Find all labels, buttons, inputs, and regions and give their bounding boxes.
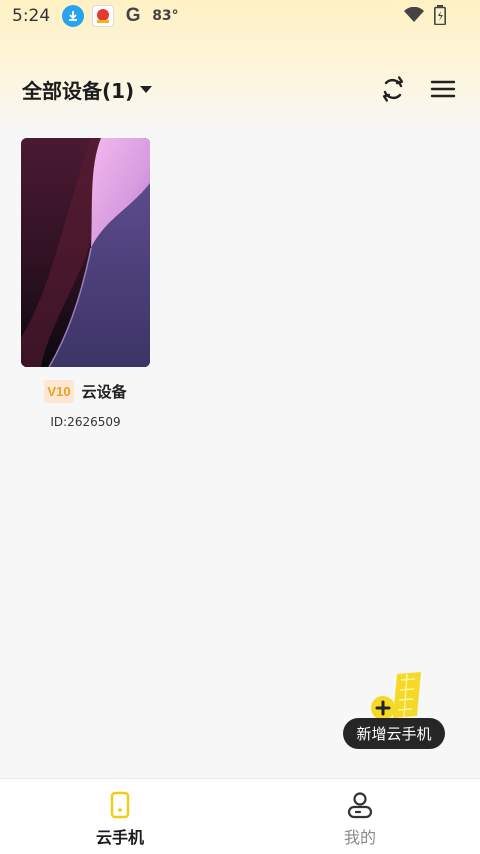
download-icon	[62, 5, 85, 27]
bottom-nav: 云手机 我的	[0, 778, 480, 854]
status-right	[404, 5, 446, 25]
nav-label-mine: 我的	[343, 828, 376, 847]
wifi-icon	[404, 7, 424, 22]
nav-tab-cloud-phone[interactable]: 云手机	[0, 779, 240, 854]
phone-icon	[110, 791, 130, 819]
refresh-icon	[382, 76, 404, 102]
device-filter-dropdown[interactable]: 全部设备(1)	[22, 75, 153, 104]
caret-down-icon	[140, 85, 153, 93]
status-time: 5:24	[12, 6, 51, 26]
nav-tab-mine[interactable]: 我的	[240, 779, 480, 854]
battery-icon	[434, 5, 446, 25]
page-title: 全部设备(1)	[22, 78, 135, 103]
device-id: ID:2626509	[50, 415, 121, 429]
device-label-row: V10 云设备	[21, 380, 150, 403]
hamburger-menu-icon	[430, 80, 456, 98]
add-cloud-phone-label: 新增云手机	[343, 718, 445, 749]
app-notification-icon	[92, 5, 115, 27]
header: 全部设备(1)	[0, 70, 480, 108]
google-icon: G	[125, 5, 141, 26]
device-name: 云设备	[81, 383, 127, 401]
add-cloud-phone-button[interactable]: 新增云手机	[343, 670, 447, 752]
add-phone-illustration-icon	[371, 672, 421, 720]
refresh-button[interactable]	[378, 74, 408, 104]
temperature-text: 83°	[152, 8, 179, 24]
menu-button[interactable]	[428, 74, 458, 104]
status-bar: 5:24 G 83°	[0, 0, 480, 32]
nav-label-cloud-phone: 云手机	[95, 828, 144, 847]
device-screen-preview[interactable]	[21, 138, 150, 367]
version-badge: V10	[44, 380, 74, 403]
device-card[interactable]: V10 云设备 ID:2626509	[21, 138, 150, 429]
user-profile-icon	[347, 792, 373, 819]
